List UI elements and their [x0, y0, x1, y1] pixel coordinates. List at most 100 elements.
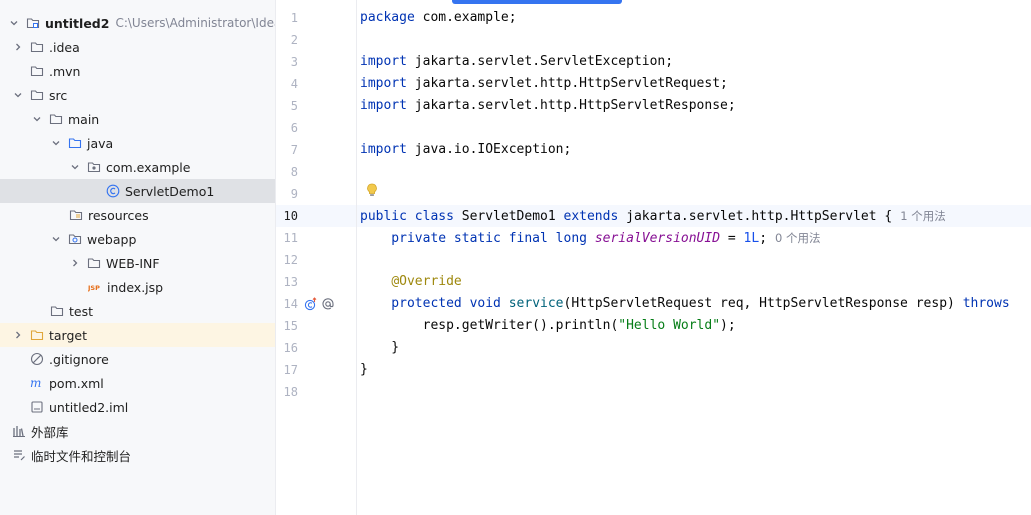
- folder-icon: [50, 304, 64, 318]
- tree-item-label: .mvn: [49, 63, 81, 79]
- excluded-folder-icon: [30, 328, 44, 342]
- ide-window: untitled2 C:\Users\Administrator\IdeaPro…: [0, 0, 1031, 515]
- tree-item-untitled2-iml[interactable]: untitled2.iml: [0, 395, 275, 419]
- code-line-10: public class ServletDemo1 extends jakart…: [360, 205, 946, 227]
- field-name: serialVersionUID: [594, 231, 721, 246]
- line-number: 12: [283, 253, 298, 267]
- tree-item-label: WEB-INF: [106, 255, 160, 271]
- ignore-icon: [30, 352, 44, 366]
- tree-item-webapp[interactable]: webapp: [0, 227, 275, 251]
- lightbulb-icon[interactable]: [364, 182, 380, 198]
- code-text: );: [720, 318, 736, 333]
- tree-item-target[interactable]: target: [0, 323, 275, 347]
- line-number: 4: [290, 77, 298, 91]
- line-number: 14: [283, 297, 298, 311]
- tree-item-servletdemo1[interactable]: ServletDemo1: [0, 179, 275, 203]
- annotation-at-icon[interactable]: [320, 296, 336, 312]
- usages-hint[interactable]: 0 个用法: [775, 231, 820, 245]
- keyword: import: [360, 98, 407, 113]
- tree-item-label: java: [87, 135, 114, 151]
- chevron-right-icon[interactable]: [12, 41, 24, 53]
- tree-item-label: .gitignore: [49, 351, 109, 367]
- tree-item-index-jsp[interactable]: JSP index.jsp: [0, 275, 275, 299]
- code-text: jakarta.servlet.http.HttpServletResponse…: [406, 98, 736, 113]
- chevron-down-icon[interactable]: [69, 161, 81, 173]
- tree-item-external-libraries[interactable]: 外部库: [0, 419, 275, 443]
- package-icon: [87, 160, 101, 174]
- number-literal: 1L: [743, 231, 760, 246]
- tree-item-idea[interactable]: .idea: [0, 35, 275, 59]
- tree-item-label: 临时文件和控制台: [31, 448, 132, 464]
- chevron-down-icon[interactable]: [8, 17, 20, 29]
- class-icon: [106, 184, 120, 198]
- gutter-separator: [356, 0, 357, 515]
- tree-item-main[interactable]: main: [0, 107, 275, 131]
- tree-item-label: src: [49, 87, 68, 103]
- chevron-right-icon[interactable]: [12, 329, 24, 341]
- usages-hint[interactable]: 1 个用法: [900, 209, 945, 223]
- tree-item-project-root[interactable]: untitled2 C:\Users\Administrator\IdeaPro: [0, 11, 275, 35]
- scratches-icon: [12, 448, 26, 462]
- code-line-14: protected void service(HttpServletReques…: [360, 293, 1010, 315]
- line-number: 16: [283, 341, 298, 355]
- code-text: }: [360, 340, 400, 355]
- code-text: jakarta.servlet.ServletException;: [406, 54, 674, 69]
- keyword: import: [360, 142, 407, 157]
- code-text: jakarta.servlet.http.HttpServletRequest;: [406, 76, 728, 91]
- chevron-down-icon[interactable]: [31, 113, 43, 125]
- tree-item-mvn[interactable]: .mvn: [0, 59, 275, 83]
- code-text: resp.getWriter().println(: [360, 318, 619, 333]
- tree-item-label: untitled2: [45, 15, 110, 31]
- horizontal-scroll-thumb[interactable]: [452, 0, 622, 4]
- resources-folder-icon: [69, 208, 83, 222]
- code-line-3: import jakarta.servlet.ServletException;: [360, 51, 673, 73]
- line-number: 8: [290, 165, 298, 179]
- keyword: throws: [962, 296, 1010, 311]
- module-file-icon: [30, 400, 44, 414]
- line-number: 7: [290, 143, 298, 157]
- code-text: jakarta.servlet.http.HttpServlet {: [618, 209, 893, 224]
- code-text: java.io.IOException;: [406, 142, 572, 157]
- line-gutter: 1 2 3 4 5 6 7 8 9 10 11 12 13 14 15 16 1…: [276, 0, 356, 515]
- folder-icon: [87, 256, 101, 270]
- line-number: 6: [290, 121, 298, 135]
- tree-item-src[interactable]: src: [0, 83, 275, 107]
- tree-item-label: webapp: [87, 231, 137, 247]
- class-name: ServletDemo1: [453, 209, 564, 224]
- tree-item-scratches[interactable]: 临时文件和控制台: [0, 443, 275, 467]
- code-line-13: @Override: [360, 271, 462, 293]
- line-number-current: 10: [283, 209, 298, 223]
- tree-item-test[interactable]: test: [0, 299, 275, 323]
- keyword: extends: [563, 209, 619, 224]
- code-text: =: [720, 231, 744, 246]
- chevron-down-icon[interactable]: [50, 137, 62, 149]
- tree-item-gitignore[interactable]: .gitignore: [0, 347, 275, 371]
- tree-item-label: index.jsp: [107, 279, 164, 295]
- line-number: 18: [283, 385, 298, 399]
- tree-item-label: pom.xml: [49, 375, 104, 391]
- keyword: private static final long: [360, 231, 595, 246]
- code-editor[interactable]: 1 2 3 4 5 6 7 8 9 10 11 12 13 14 15 16 1…: [276, 0, 1031, 515]
- tree-item-label: test: [69, 303, 94, 319]
- annotation: @Override: [391, 274, 462, 289]
- keyword: package: [360, 10, 415, 25]
- tree-item-web-inf[interactable]: WEB-INF: [0, 251, 275, 275]
- project-path: C:\Users\Administrator\IdeaPro: [115, 16, 275, 30]
- override-method-icon[interactable]: [303, 296, 319, 312]
- code-line-1: package com.example;: [360, 7, 517, 29]
- chevron-right-icon[interactable]: [69, 257, 81, 269]
- tree-item-resources[interactable]: resources: [0, 203, 275, 227]
- tree-item-label: ServletDemo1: [125, 183, 215, 199]
- project-folder-icon: [26, 16, 40, 30]
- tree-item-label: .idea: [49, 39, 80, 55]
- tree-item-label: target: [49, 327, 88, 343]
- folder-icon: [30, 40, 44, 54]
- line-number: 13: [283, 275, 298, 289]
- tree-item-pom-xml[interactable]: m pom.xml: [0, 371, 275, 395]
- chevron-down-icon[interactable]: [50, 233, 62, 245]
- tree-item-java[interactable]: java: [0, 131, 275, 155]
- chevron-down-icon[interactable]: [12, 89, 24, 101]
- tree-item-com-example[interactable]: com.example: [0, 155, 275, 179]
- svg-text:JSP: JSP: [88, 284, 100, 292]
